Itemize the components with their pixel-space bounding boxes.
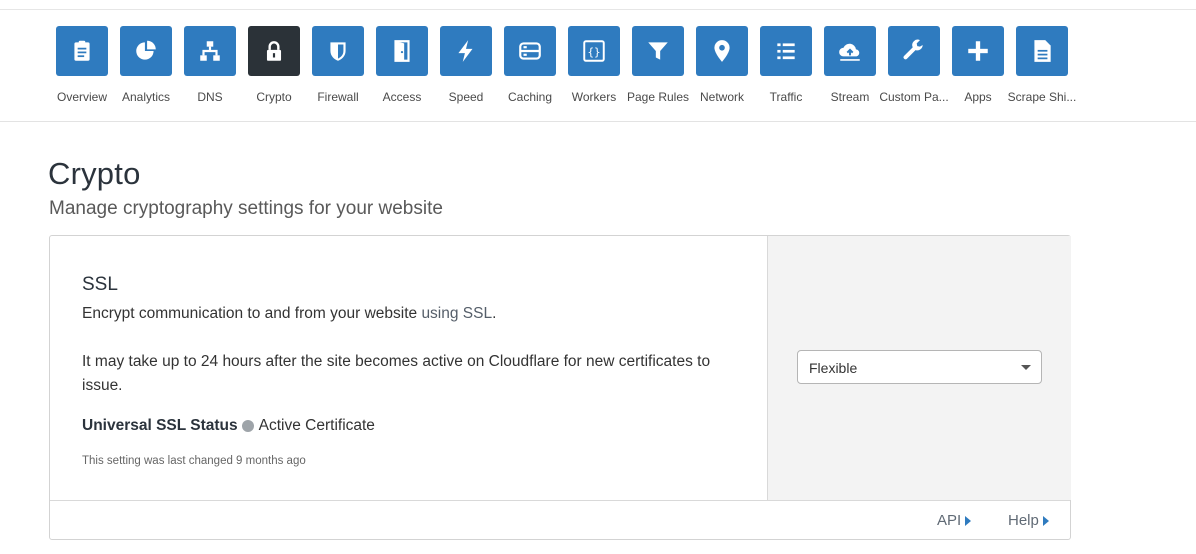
lock-icon xyxy=(266,41,282,61)
caret-right-icon xyxy=(1042,515,1049,526)
nav-item-access[interactable]: Access xyxy=(368,26,436,112)
nav-item-scrape-shield[interactable]: Scrape Shi... xyxy=(1008,26,1076,112)
status-label: Universal SSL Status xyxy=(82,417,238,434)
using-ssl-link[interactable]: using SSL xyxy=(421,305,492,322)
ssl-mode-select[interactable]: Flexible xyxy=(797,350,1042,384)
nav-item-custom-pages[interactable]: Custom Pa... xyxy=(879,26,949,112)
code-braces-icon: {} xyxy=(583,40,605,62)
status-dot-icon xyxy=(241,420,254,432)
ssl-card-body: SSL Encrypt communication to and from yo… xyxy=(50,236,767,500)
pie-chart-icon xyxy=(136,40,156,60)
last-changed-text: This setting was last changed 9 months a… xyxy=(82,455,306,467)
nav-item-network[interactable]: Network xyxy=(688,26,756,112)
page-title: Crypto xyxy=(48,156,141,191)
nav-item-overview[interactable]: Overview xyxy=(48,26,116,112)
nav-item-page-rules[interactable]: Page Rules xyxy=(624,26,692,112)
lightning-icon xyxy=(458,40,473,62)
api-link[interactable]: API xyxy=(937,512,972,529)
cloud-upload-icon xyxy=(839,43,860,61)
nav-item-dns[interactable]: DNS xyxy=(176,26,244,112)
universal-ssl-status: Universal SSL Status Active Certificate xyxy=(82,417,375,435)
nav-item-crypto[interactable]: Crypto xyxy=(240,26,308,112)
ssl-description-end: . xyxy=(492,305,497,322)
document-icon xyxy=(1034,40,1051,62)
help-link-label: Help xyxy=(1008,512,1039,529)
nav-item-workers[interactable]: {} Workers xyxy=(560,26,628,112)
ssl-certificate-note: It may take up to 24 hours after the sit… xyxy=(82,353,711,394)
nav-item-stream[interactable]: Stream xyxy=(816,26,884,112)
ssl-card-control-panel: Flexible xyxy=(767,236,1071,500)
ssl-description: Encrypt communication to and from your w… xyxy=(82,305,496,323)
ssl-mode-value: Flexible xyxy=(809,360,858,376)
nav-label: Scrape Shi... xyxy=(1007,90,1077,104)
ssl-title: SSL xyxy=(82,274,118,295)
location-pin-icon xyxy=(714,40,730,62)
ssl-card-footer: API Help xyxy=(50,500,1070,540)
list-icon xyxy=(777,43,795,60)
nav-divider xyxy=(0,121,1196,122)
filter-icon xyxy=(648,42,668,60)
api-link-label: API xyxy=(937,512,962,529)
wrench-icon xyxy=(903,39,923,60)
plus-icon xyxy=(968,41,988,61)
shield-icon xyxy=(330,42,346,61)
ssl-description-text: Encrypt communication to and from your w… xyxy=(82,305,422,322)
svg-text:{}: {} xyxy=(587,45,600,58)
top-divider xyxy=(0,9,1196,10)
nav-item-caching[interactable]: Caching xyxy=(496,26,564,112)
clipboard-icon xyxy=(74,40,90,61)
help-link[interactable]: Help xyxy=(1008,512,1049,529)
server-icon xyxy=(519,42,541,60)
network-tree-icon xyxy=(200,41,220,61)
nav-item-apps[interactable]: Apps xyxy=(944,26,1012,112)
caret-down-icon xyxy=(1021,365,1031,370)
nav-item-firewall[interactable]: Firewall xyxy=(304,26,372,112)
nav-item-traffic[interactable]: Traffic xyxy=(752,26,820,112)
ssl-card: SSL Encrypt communication to and from yo… xyxy=(49,235,1071,540)
caret-right-icon xyxy=(965,515,972,526)
nav-item-analytics[interactable]: Analytics xyxy=(112,26,180,112)
nav-item-speed[interactable]: Speed xyxy=(432,26,500,112)
door-icon xyxy=(394,40,410,62)
status-value: Active Certificate xyxy=(258,417,375,434)
page-subtitle: Manage cryptography settings for your we… xyxy=(49,198,443,219)
